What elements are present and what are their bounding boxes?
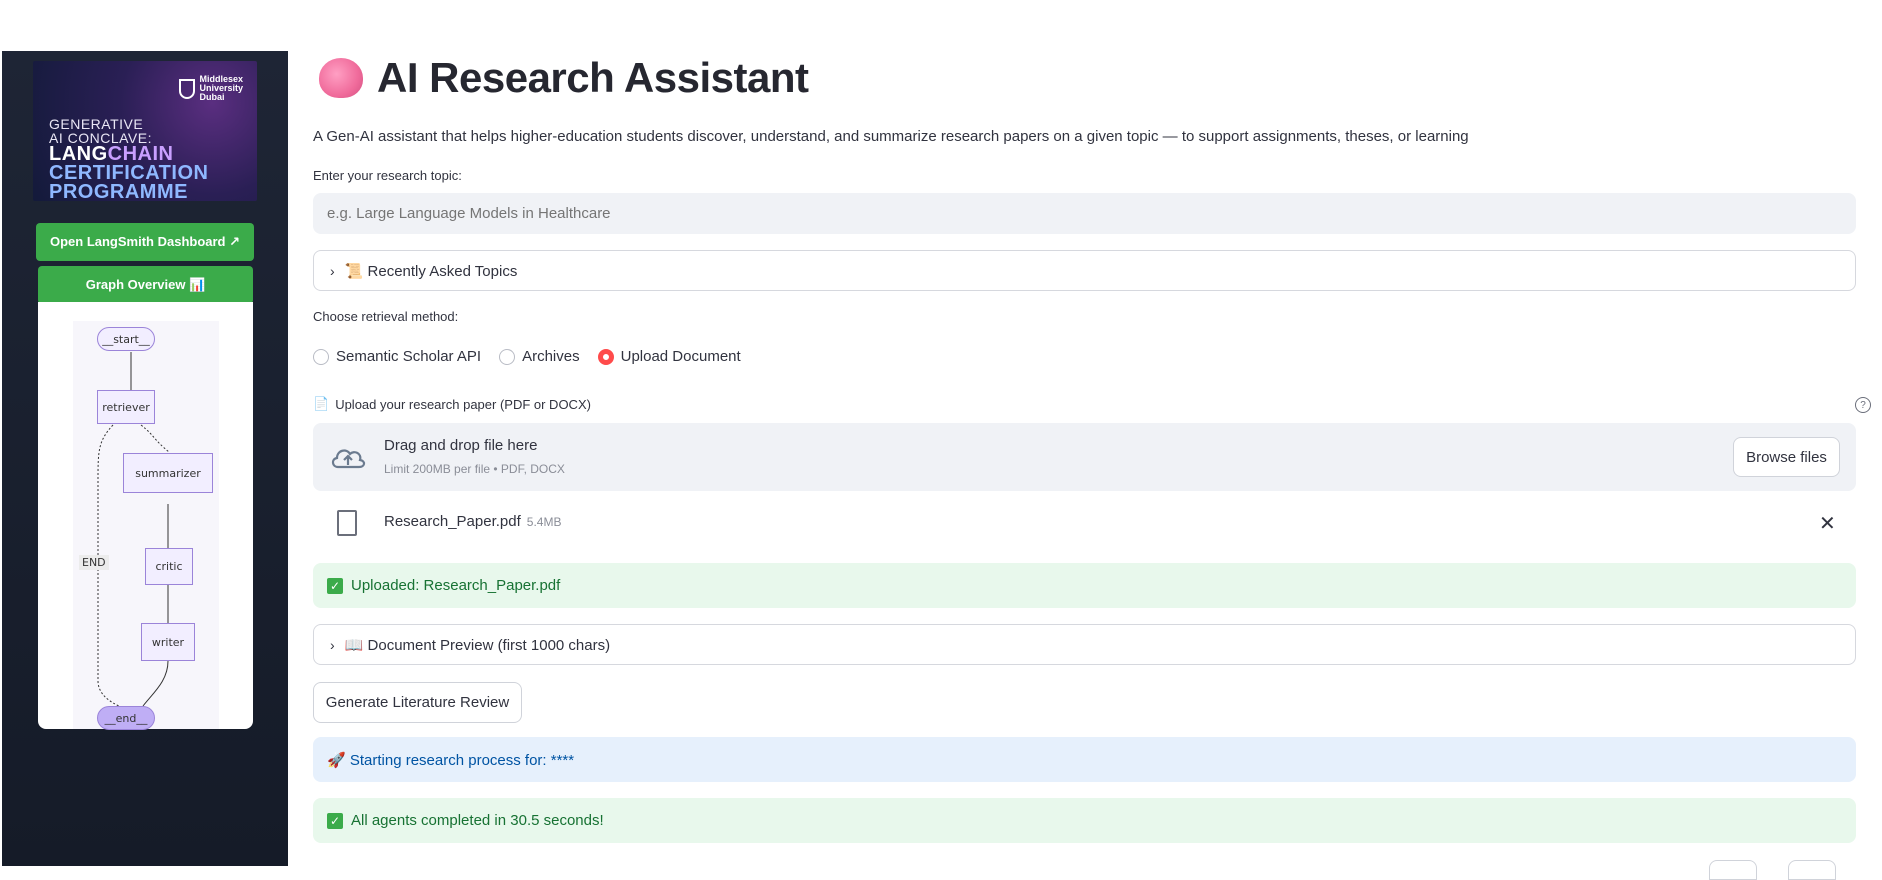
radio-label: Upload Document xyxy=(620,348,741,365)
banner-subtitle: GENERATIVE AI CONCLAVE: xyxy=(49,117,152,145)
edge-writer-end xyxy=(142,660,169,707)
banner-line-1: GENERATIVE xyxy=(49,116,144,132)
check-icon: ✓ xyxy=(327,812,343,829)
file-dropzone[interactable]: Drag and drop file here Limit 200MB per … xyxy=(313,423,1856,491)
remove-file-close-icon[interactable]: ✕ xyxy=(1819,511,1836,536)
graph-node-end: __end__ xyxy=(97,706,155,730)
graph-node-writer: writer xyxy=(141,623,195,661)
page-description: A Gen-AI assistant that helps higher-edu… xyxy=(313,128,1469,145)
topic-label: Enter your research topic: xyxy=(313,168,462,183)
brain-icon xyxy=(319,58,363,98)
upload-label: 📄 Upload your research paper (PDF or DOC… xyxy=(313,396,591,412)
starting-info-alert: 🚀 Starting research process for: **** xyxy=(313,737,1856,782)
completed-success-text: All agents completed in 30.5 seconds! xyxy=(351,812,604,829)
radio-label: Semantic Scholar API xyxy=(336,348,482,365)
graph-card: __start__ retriever summarizer critic wr… xyxy=(38,302,253,730)
upload-label-text: Upload your research paper (PDF or DOCX) xyxy=(335,396,591,412)
document-icon: 📄 xyxy=(313,396,330,411)
check-icon: ✓ xyxy=(327,577,343,594)
recent-topics-label: 📜 Recently Asked Topics xyxy=(344,262,518,280)
shield-icon xyxy=(179,78,196,99)
banner-title: LANGCHAIN CERTIFICATION PROGRAMME xyxy=(49,144,208,201)
graph-button-label: Graph Overview 📊 xyxy=(85,277,206,292)
file-size: 5.4MB xyxy=(526,515,562,529)
banner-line-5: PROGRAMME xyxy=(49,181,188,201)
chevron-right-icon: › xyxy=(330,636,335,653)
langsmith-dashboard-button[interactable]: Open LangSmith Dashboard ↗ xyxy=(36,223,254,261)
radio-circle-icon xyxy=(499,348,516,365)
page-title-text: AI Research Assistant xyxy=(377,54,809,101)
radio-selected-icon xyxy=(597,348,614,365)
langsmith-button-label: Open LangSmith Dashboard ↗ xyxy=(49,234,241,249)
file-icon xyxy=(337,510,357,536)
document-preview-label: 📖 Document Preview (first 1000 chars) xyxy=(344,636,611,654)
radio-archives[interactable]: Archives xyxy=(499,348,580,365)
graph-overview-button[interactable]: Graph Overview 📊 xyxy=(38,266,253,304)
starting-info-text: 🚀 Starting research process for: **** xyxy=(327,751,575,769)
file-name-text: Research_Paper.pdf xyxy=(384,513,521,530)
thumbs-up-button[interactable] xyxy=(1709,860,1757,880)
upload-success-text: Uploaded: Research_Paper.pdf xyxy=(351,577,561,594)
conclave-banner: Middlesex University Dubai GENERATIVE AI… xyxy=(33,61,257,201)
university-logo: Middlesex University Dubai xyxy=(179,75,243,102)
graph-diagram: __start__ retriever summarizer critic wr… xyxy=(73,321,219,730)
graph-node-start: __start__ xyxy=(97,327,155,351)
retrieval-label: Choose retrieval method: xyxy=(313,309,459,324)
graph-edges xyxy=(97,352,170,707)
graph-node-retriever: retriever xyxy=(97,390,155,424)
radio-circle-icon xyxy=(313,348,329,365)
page-title: AI Research Assistant xyxy=(319,54,809,102)
help-icon[interactable]: ? xyxy=(1855,397,1871,413)
graph-node-critic: critic xyxy=(145,548,193,585)
generate-literature-review-button[interactable]: Generate Literature Review xyxy=(313,682,522,723)
completed-success-alert: ✓ All agents completed in 30.5 seconds! xyxy=(313,798,1856,843)
radio-label: Archives xyxy=(522,348,580,365)
chevron-right-icon: › xyxy=(330,262,335,279)
file-name: Research_Paper.pdf 5.4MB xyxy=(384,513,561,530)
graph-end-label: END xyxy=(79,555,109,570)
topic-input[interactable] xyxy=(313,193,1856,234)
upload-success-alert: ✓ Uploaded: Research_Paper.pdf xyxy=(313,563,1856,608)
dropzone-title: Drag and drop file here xyxy=(384,437,538,454)
uploaded-file-item: Research_Paper.pdf 5.4MB ✕ xyxy=(313,500,1856,544)
graph-node-summarizer: summarizer xyxy=(123,453,213,493)
edge-retriever-summarizer xyxy=(140,424,170,453)
cloud-upload-icon xyxy=(331,449,366,469)
university-name-3: Dubai xyxy=(199,92,225,102)
document-preview-expander[interactable]: › 📖 Document Preview (first 1000 chars) xyxy=(313,624,1856,665)
radio-upload-document[interactable]: Upload Document xyxy=(597,348,741,365)
thumbs-down-button[interactable] xyxy=(1788,860,1836,880)
retrieval-radio-group: Semantic Scholar API Archives Upload Doc… xyxy=(313,348,741,365)
radio-semantic-scholar[interactable]: Semantic Scholar API xyxy=(313,348,481,365)
browse-files-button[interactable]: Browse files xyxy=(1733,437,1840,477)
dropzone-limit: Limit 200MB per file • PDF, DOCX xyxy=(384,462,565,476)
recent-topics-expander[interactable]: › 📜 Recently Asked Topics xyxy=(313,250,1856,291)
